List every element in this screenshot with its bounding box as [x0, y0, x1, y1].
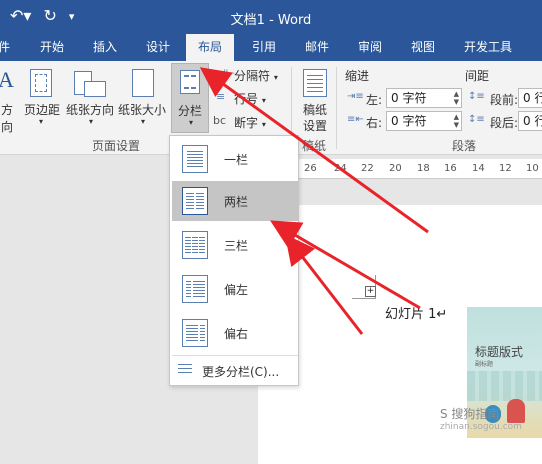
- annotation-arrows: [199, 67, 429, 335]
- arrow-to-columns-button: [199, 67, 429, 234]
- arrow-to-two-columns: [270, 220, 421, 310]
- arrow-to-two-columns: [284, 234, 364, 335]
